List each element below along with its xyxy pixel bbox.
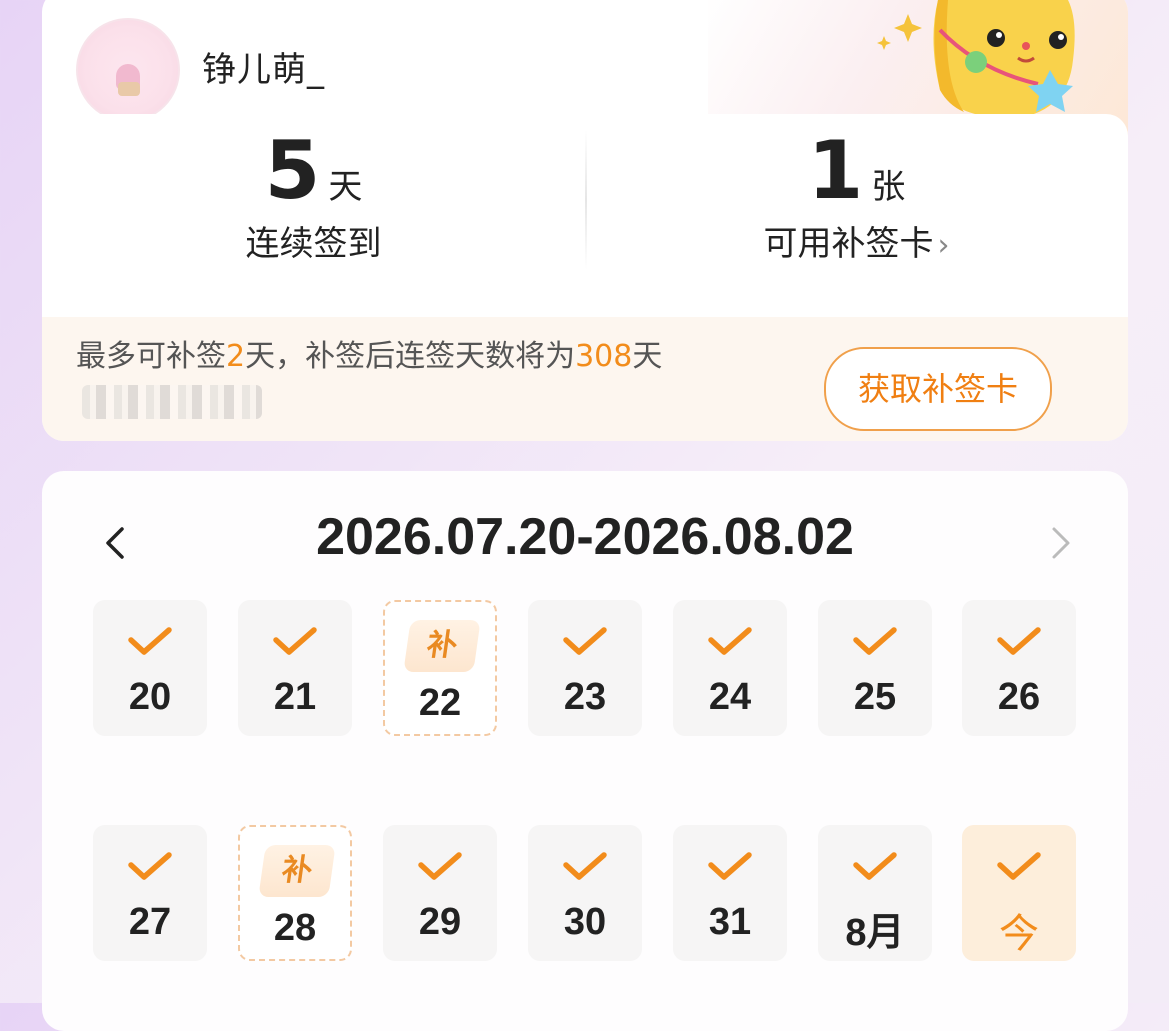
day-cell[interactable]: 25 xyxy=(818,600,932,736)
check-icon xyxy=(418,852,462,880)
check-icon xyxy=(997,852,1041,880)
sparkle-icon xyxy=(877,14,922,50)
check-icon xyxy=(563,627,607,655)
day-cell[interactable]: 8月 xyxy=(818,825,932,961)
makeup-days-value: 2 xyxy=(226,339,246,374)
check-icon xyxy=(708,627,752,655)
day-cell[interactable]: 24 xyxy=(673,600,787,736)
cards-label-row[interactable]: 可用补签卡 › xyxy=(585,216,1128,265)
day-label: 24 xyxy=(708,676,752,718)
day-cell[interactable]: 23 xyxy=(528,600,642,736)
makeup-info-text: 最多可补签2天，补签后连签天数将为308天 xyxy=(76,331,662,375)
day-label: 28 xyxy=(273,907,317,949)
streak-unit: 天 xyxy=(328,167,363,207)
check-icon xyxy=(128,627,172,655)
day-label: 8月 xyxy=(845,912,905,954)
blurred-text xyxy=(82,385,262,419)
makeup-result-value: 308 xyxy=(575,339,633,374)
streak-label: 连续签到 xyxy=(245,224,382,264)
check-icon xyxy=(708,852,752,880)
makeup-tag: 补 xyxy=(258,845,336,897)
day-cell[interactable]: 今 xyxy=(962,825,1076,961)
day-cell[interactable]: 30 xyxy=(528,825,642,961)
check-icon xyxy=(273,627,317,655)
avatar[interactable] xyxy=(76,18,180,122)
username: 铮儿萌_ xyxy=(202,50,325,90)
check-icon xyxy=(853,852,897,880)
day-cell[interactable]: 补 28 xyxy=(238,825,352,961)
check-icon xyxy=(853,627,897,655)
date-range-title: 2026.07.20-2026.08.02 xyxy=(316,508,854,566)
makeup-text-suffix: 天 xyxy=(632,339,663,374)
day-cell[interactable]: 27 xyxy=(93,825,207,961)
streak-stat: 5天 连续签到 xyxy=(42,114,585,314)
get-makeup-card-button[interactable]: 获取补签卡 xyxy=(824,347,1052,431)
day-label: 今 xyxy=(999,912,1039,956)
cards-label: 可用补签卡 xyxy=(763,224,934,264)
day-cell[interactable]: 补 22 xyxy=(383,600,497,736)
check-icon xyxy=(128,852,172,880)
check-icon xyxy=(997,627,1041,655)
day-label: 22 xyxy=(418,682,462,724)
streak-value: 5 xyxy=(264,124,321,217)
day-label: 21 xyxy=(273,676,317,718)
day-cell[interactable]: 29 xyxy=(383,825,497,961)
makeup-tag: 补 xyxy=(403,620,481,672)
day-label: 25 xyxy=(853,676,897,718)
stats-divider xyxy=(585,130,587,270)
avatar-figure-base xyxy=(118,82,140,96)
calendar-card: 2026.07.20-2026.08.02 20 21 补 22 23 24 25 26 27 补… xyxy=(42,471,1128,1031)
day-label: 20 xyxy=(128,676,172,718)
cards-unit: 张 xyxy=(871,167,906,207)
day-cell[interactable]: 31 xyxy=(673,825,787,961)
makeup-text-mid: 天，补签后连签天数将为 xyxy=(245,339,576,374)
chevron-right-icon[interactable] xyxy=(1040,523,1080,563)
day-label: 27 xyxy=(128,901,172,943)
day-label: 26 xyxy=(997,676,1041,718)
mascot-illustration xyxy=(877,0,1075,119)
makeup-text-prefix: 最多可补签 xyxy=(76,339,226,374)
makeup-cards-stat[interactable]: 1张 可用补签卡 › xyxy=(585,114,1128,314)
cards-value: 1 xyxy=(807,124,864,217)
day-label: 29 xyxy=(418,901,462,943)
day-label: 31 xyxy=(708,901,752,943)
day-cell[interactable]: 26 xyxy=(962,600,1076,736)
day-label: 30 xyxy=(563,901,607,943)
day-label: 23 xyxy=(563,676,607,718)
day-cell[interactable]: 21 xyxy=(238,600,352,736)
day-cell[interactable]: 20 xyxy=(93,600,207,736)
chevron-right-icon: › xyxy=(937,228,950,263)
check-icon xyxy=(563,852,607,880)
